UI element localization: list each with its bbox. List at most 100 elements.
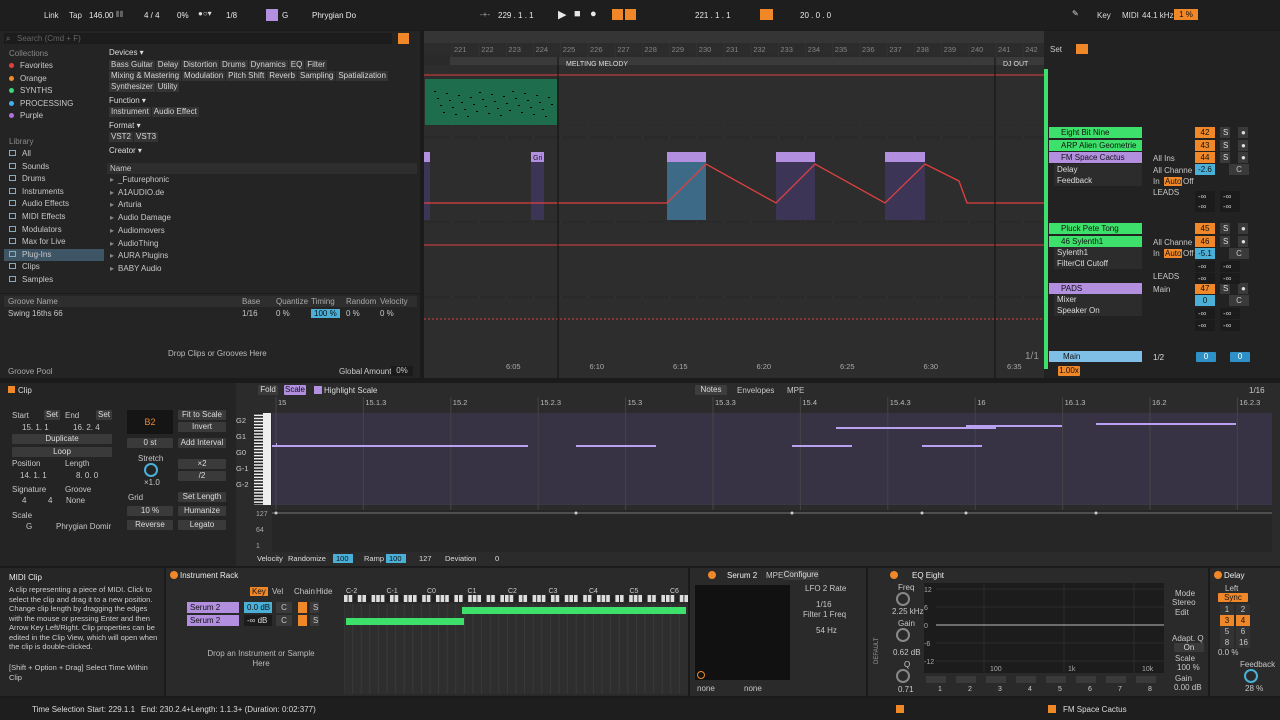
midi-note[interactable] [792, 445, 852, 447]
solo-button[interactable]: S [1220, 127, 1230, 138]
chain-name[interactable]: Serum 2 [187, 602, 239, 613]
search-box[interactable]: ⌕ Search (Cmd + F) [4, 33, 392, 44]
legato-button[interactable]: Legato [178, 520, 226, 530]
filter-tag[interactable]: Dynamics [248, 60, 288, 70]
browser-item[interactable]: ▸ BABY Audio [107, 263, 161, 276]
filter-tag[interactable]: VST2 [109, 132, 134, 142]
arm-button[interactable]: ● [1238, 283, 1248, 294]
collection-item[interactable]: Orange [9, 73, 47, 86]
track-output[interactable]: LEADS [1153, 188, 1179, 197]
eq-q-knob[interactable] [896, 669, 910, 683]
midi-note[interactable] [576, 445, 656, 447]
rack-tab[interactable]: Vel [272, 587, 283, 596]
filter-tag[interactable]: Reverb [267, 71, 297, 81]
chain-pan[interactable]: C [276, 615, 292, 626]
monitor-in[interactable]: In [1153, 249, 1160, 258]
library-item[interactable]: Clips [4, 261, 104, 274]
transpose-field[interactable]: 0 st [127, 438, 173, 448]
delay-feedback-knob[interactable] [1244, 669, 1258, 683]
groove-column-header[interactable]: Velocity [380, 297, 408, 306]
track-number[interactable]: 47 [1195, 283, 1215, 294]
arm-button[interactable]: ● [1238, 223, 1248, 234]
solo-button[interactable]: S [1220, 223, 1230, 234]
track-lane[interactable] [424, 151, 1044, 221]
rack-power-icon[interactable] [170, 571, 178, 579]
main-pan[interactable]: 0 [1230, 352, 1250, 362]
locator-lane[interactable] [450, 57, 1044, 65]
reverse-button[interactable]: Reverse [127, 520, 173, 530]
monitor-auto[interactable]: Auto [1164, 249, 1183, 258]
chain-activator[interactable] [298, 615, 307, 626]
overview-strip[interactable] [424, 31, 1044, 43]
filter-freq-value[interactable]: 54 Hz [816, 626, 837, 635]
track-pan[interactable]: C [1229, 164, 1249, 175]
track-header[interactable]: Eight Bit Nine [1049, 127, 1142, 138]
pitch-display[interactable]: B2 [127, 410, 173, 434]
groove-column-header[interactable]: Base [242, 297, 260, 306]
groove-select[interactable]: None [66, 496, 85, 505]
eq-freq-knob[interactable] [896, 592, 910, 606]
track-lane[interactable] [424, 139, 1044, 151]
track-number[interactable]: 44 [1195, 152, 1215, 163]
send-level[interactable]: -∞ [1220, 201, 1240, 212]
track-lane[interactable] [424, 126, 1044, 136]
eq-adapt-toggle[interactable]: On [1174, 643, 1204, 652]
start-value[interactable]: 15. 1. 1 [22, 423, 49, 432]
browser-item[interactable]: ▸ AudioThing [107, 238, 159, 251]
filter-tag[interactable]: Pitch Shift [226, 71, 267, 81]
browser-item[interactable]: ▸ AURA Plugins [107, 250, 168, 263]
sig-denominator[interactable]: 4 [48, 496, 52, 505]
stretch-knob[interactable] [144, 463, 158, 477]
overdub-icon[interactable] [612, 9, 623, 20]
rack-tab[interactable]: Hide [316, 587, 332, 596]
filter-tag[interactable]: VST3 [134, 132, 159, 142]
fit-to-scale-button[interactable]: Fit to Scale [178, 410, 226, 420]
function-filter-label[interactable]: Function ▾ [109, 96, 146, 105]
browser-item[interactable]: ▸ Arturia [107, 199, 142, 212]
solo-button[interactable]: S [1220, 140, 1230, 151]
eq-output-gain-value[interactable]: 0.00 dB [1174, 683, 1202, 692]
rack-tab[interactable]: Key [250, 587, 268, 596]
grid-fraction[interactable]: 1/16 [1249, 386, 1265, 395]
note-editor-canvas[interactable]: 15 15.1.3 15.2 15.2.3 15.3 15.3.3 15.4 15.4.3 16… [236, 397, 1280, 566]
arm-button[interactable]: ● [1238, 140, 1248, 151]
send-level[interactable]: -∞ [1195, 261, 1215, 272]
tap-button[interactable]: Tap [69, 11, 82, 20]
add-interval-button[interactable]: Add Interval [178, 438, 226, 448]
arpeggio-clip[interactable] [425, 79, 557, 125]
automation-chooser[interactable]: Speaker On [1054, 305, 1142, 316]
scale-button[interactable]: Scale [284, 385, 306, 395]
eq-band-shape[interactable] [956, 676, 976, 683]
groove-cell[interactable]: 0 % [346, 309, 360, 318]
browser-item[interactable]: ▸ Audio Damage [107, 212, 171, 225]
draw-mode-icon[interactable]: ✎ [1072, 9, 1079, 18]
play-button[interactable]: ▶ [558, 8, 566, 21]
browser-item[interactable]: ▸ Audiomovers [107, 225, 165, 238]
midi-note[interactable] [272, 445, 528, 447]
track-number[interactable]: 46 [1195, 236, 1215, 247]
main-output[interactable]: 1/2 [1153, 353, 1164, 362]
solo-button[interactable]: S [1220, 152, 1230, 163]
serum-select-1[interactable]: none [697, 684, 715, 693]
library-item[interactable]: Max for Live [4, 236, 104, 249]
follow-icon[interactable]: -+- [480, 10, 490, 19]
monitor-off[interactable]: Off [1183, 249, 1194, 258]
clip-scale-key[interactable]: G [26, 522, 32, 531]
track-pan[interactable]: C [1229, 248, 1249, 259]
key-zone-editor[interactable]: C-2 C-1 C0 C1 C2 C3 C4 C5 C6 [344, 586, 688, 694]
track-volume[interactable]: -5.1 [1195, 248, 1215, 259]
velocity-lane[interactable] [272, 510, 1272, 552]
automation-arm-icon[interactable] [625, 9, 636, 20]
send-level[interactable]: -∞ [1220, 320, 1240, 331]
track-header[interactable]: ARP Alien Geometrie [1049, 140, 1142, 151]
library-item[interactable]: Sounds [4, 161, 104, 174]
library-item[interactable]: Plug-Ins [4, 248, 104, 262]
track-input[interactable]: Main [1153, 285, 1170, 294]
filter-tag[interactable]: Sampling [297, 71, 336, 81]
loop-button[interactable]: Loop [12, 447, 112, 457]
eq-band-number[interactable]: 7 [1118, 686, 1122, 693]
track-pan[interactable]: C [1229, 295, 1249, 306]
track-header[interactable]: FM Space Cactus [1049, 152, 1142, 163]
key-zone-2[interactable] [346, 618, 464, 625]
monitor-off[interactable]: Off [1183, 177, 1194, 186]
